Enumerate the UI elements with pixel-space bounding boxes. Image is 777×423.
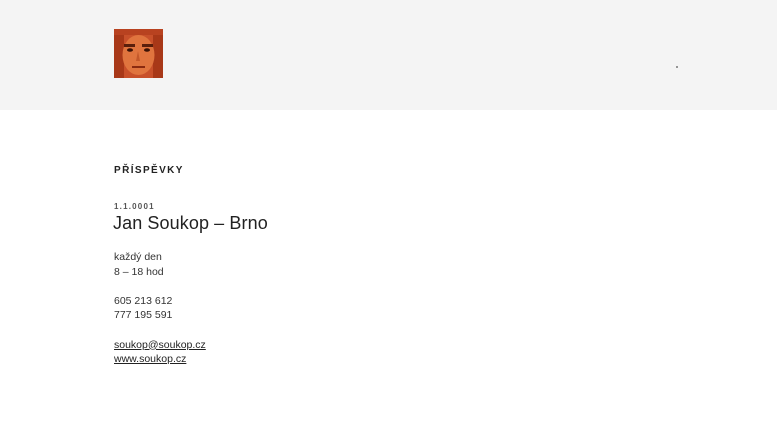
- post-content: každý den 8 – 18 hod 605 213 612 777 195…: [114, 250, 206, 381]
- phone-number: 605 213 612: [114, 294, 173, 307]
- site-header: [0, 0, 777, 110]
- contact-links: soukop@soukop.cz www.soukop.cz: [114, 338, 206, 367]
- hours-days: každý den: [114, 251, 162, 263]
- phone-numbers: 605 213 612 777 195 591: [114, 294, 206, 323]
- site-logo-avatar[interactable]: [114, 29, 163, 78]
- page-title: Příspěvky: [114, 165, 184, 176]
- post-title-link[interactable]: Jan Soukop – Brno: [113, 213, 268, 234]
- post-date-link[interactable]: 1.1.0001: [114, 202, 155, 211]
- opening-hours: každý den 8 – 18 hod: [114, 250, 206, 279]
- email-link[interactable]: soukop@soukop.cz: [114, 338, 206, 353]
- menu-toggle-button[interactable]: [672, 60, 682, 72]
- face-photo-icon: [114, 29, 163, 78]
- website-link[interactable]: www.soukop.cz: [114, 352, 206, 367]
- hours-time: 8 – 18 hod: [114, 265, 164, 278]
- dot-menu-icon: [676, 66, 678, 68]
- phone-number: 777 195 591: [114, 309, 173, 322]
